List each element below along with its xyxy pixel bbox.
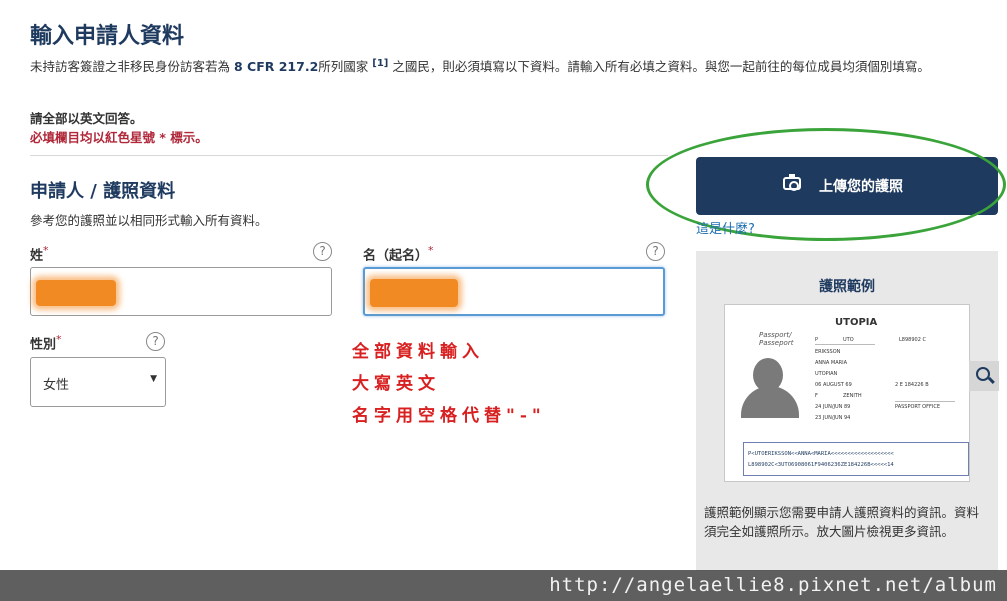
gender-label-text: 性別 <box>30 337 57 353</box>
required-asterisk: * <box>56 333 62 346</box>
annotation-line-2: 大寫英文 <box>352 374 440 394</box>
photo-body-icon <box>741 386 799 418</box>
given-name-help-icon[interactable]: ? <box>646 242 665 261</box>
intro-suffix: 之國民，則必須填寫以下資料。請輸入所有必填之資料。與您一起前往的每位成員均須個別… <box>388 59 930 75</box>
intro-text: 未持訪客簽證之非移民身份訪客若為 8 CFR 217.2所列國家 [1] 之國民… <box>30 54 995 77</box>
intro-mid: 所列國家 <box>318 59 373 75</box>
footnote-link[interactable]: [1] <box>372 58 388 69</box>
pp-expiry-date: 23 JUN/JUN 94 <box>815 415 851 421</box>
sample-description: 護照範例顯示您需要申請人護照資料的資訊。資料須完全如護照所示。放大圖片檢視更多資… <box>704 505 980 539</box>
mrz-line-1: P<UTOERIKSSON<<ANNA<MARIA<<<<<<<<<<<<<<<… <box>748 451 894 457</box>
what-is-this-link[interactable]: 這是什麼? <box>696 218 755 237</box>
surname-help-icon[interactable]: ? <box>313 242 332 261</box>
section-description: 參考您的護照並以相同形式輸入所有資料。 <box>30 213 268 228</box>
passport-label: Passport/ Passeport <box>759 331 794 347</box>
pp-given-names: ANNA MARIA <box>815 360 848 366</box>
english-note: 請全部以英文回答。 <box>30 111 143 126</box>
pp-sex: F <box>815 393 818 399</box>
required-asterisk: * <box>428 244 434 257</box>
mrz-line-2: L898902C<3UTO6908061F9406236ZE184226B<<<… <box>748 462 894 468</box>
pp-type: P <box>815 337 819 343</box>
pp-divider <box>815 344 875 345</box>
required-asterisk: * <box>43 244 49 257</box>
gender-select[interactable]: 女性 ▼ <box>30 357 166 407</box>
gender-label: 性別* <box>30 333 61 352</box>
sample-title: 護照範例 <box>819 279 875 295</box>
surname-input[interactable] <box>30 267 332 316</box>
given-name-input[interactable] <box>363 267 665 316</box>
redaction-mark <box>370 279 458 307</box>
passport-sample-panel: 護照範例 Passport/ Passeport UTOPIA P UTO L8… <box>696 251 999 571</box>
pp-nationality: UTOPIAN <box>815 371 838 377</box>
magnifier-handle <box>988 376 995 384</box>
section-title: 申請人 / 護照資料 <box>30 181 176 202</box>
given-name-label-text: 名（起名） <box>363 248 429 264</box>
pp-dob: 06 AUGUST 69 <box>815 382 852 388</box>
annotation-line-3: 名字用空格代替"-" <box>352 406 546 426</box>
dropdown-arrow-icon: ▼ <box>150 374 157 384</box>
surname-label-text: 姓 <box>30 248 44 264</box>
gender-help-icon[interactable]: ? <box>146 332 165 351</box>
redaction-mark <box>36 280 116 306</box>
intro-prefix: 未持訪客簽證之非移民身份訪客若為 <box>30 59 234 75</box>
pp-personal-no: 2 E 184226 B <box>895 382 929 388</box>
passport-country: UTOPIA <box>835 317 878 328</box>
pp-divider <box>895 401 955 402</box>
pp-issue-date: 24 JUN/JUN 89 <box>815 404 851 410</box>
cfr-reference: 8 CFR 217.2 <box>233 59 319 75</box>
annotation-line-1: 全部資料輸入 <box>352 342 484 362</box>
page-title: 輸入申請人資料 <box>30 24 185 49</box>
pp-place-of-birth: ZENITH <box>843 393 862 399</box>
pp-passport-no: L898902 C <box>899 337 926 343</box>
pp-code: UTO <box>843 337 854 343</box>
passport-mrz: P<UTOERIKSSON<<ANNA<MARIA<<<<<<<<<<<<<<<… <box>743 442 969 476</box>
watermark-text: http://angelaellie8.pixnet.net/album <box>549 574 997 596</box>
pp-surname: ERIKSSON <box>815 349 841 355</box>
watermark-bar: http://angelaellie8.pixnet.net/album <box>0 570 1007 601</box>
surname-label: 姓* <box>30 244 48 263</box>
passport-sample-image[interactable]: Passport/ Passeport UTOPIA P UTO L898902… <box>724 304 999 482</box>
pp-authority: PASSPORT OFFICE <box>895 404 940 410</box>
required-note: 必填欄目均以紅色星號 * 標示。 <box>30 130 208 145</box>
section-divider <box>30 155 668 156</box>
zoom-button[interactable] <box>969 361 999 391</box>
gender-selected-value: 女性 <box>43 378 70 393</box>
given-name-label: 名（起名）* <box>363 244 433 263</box>
